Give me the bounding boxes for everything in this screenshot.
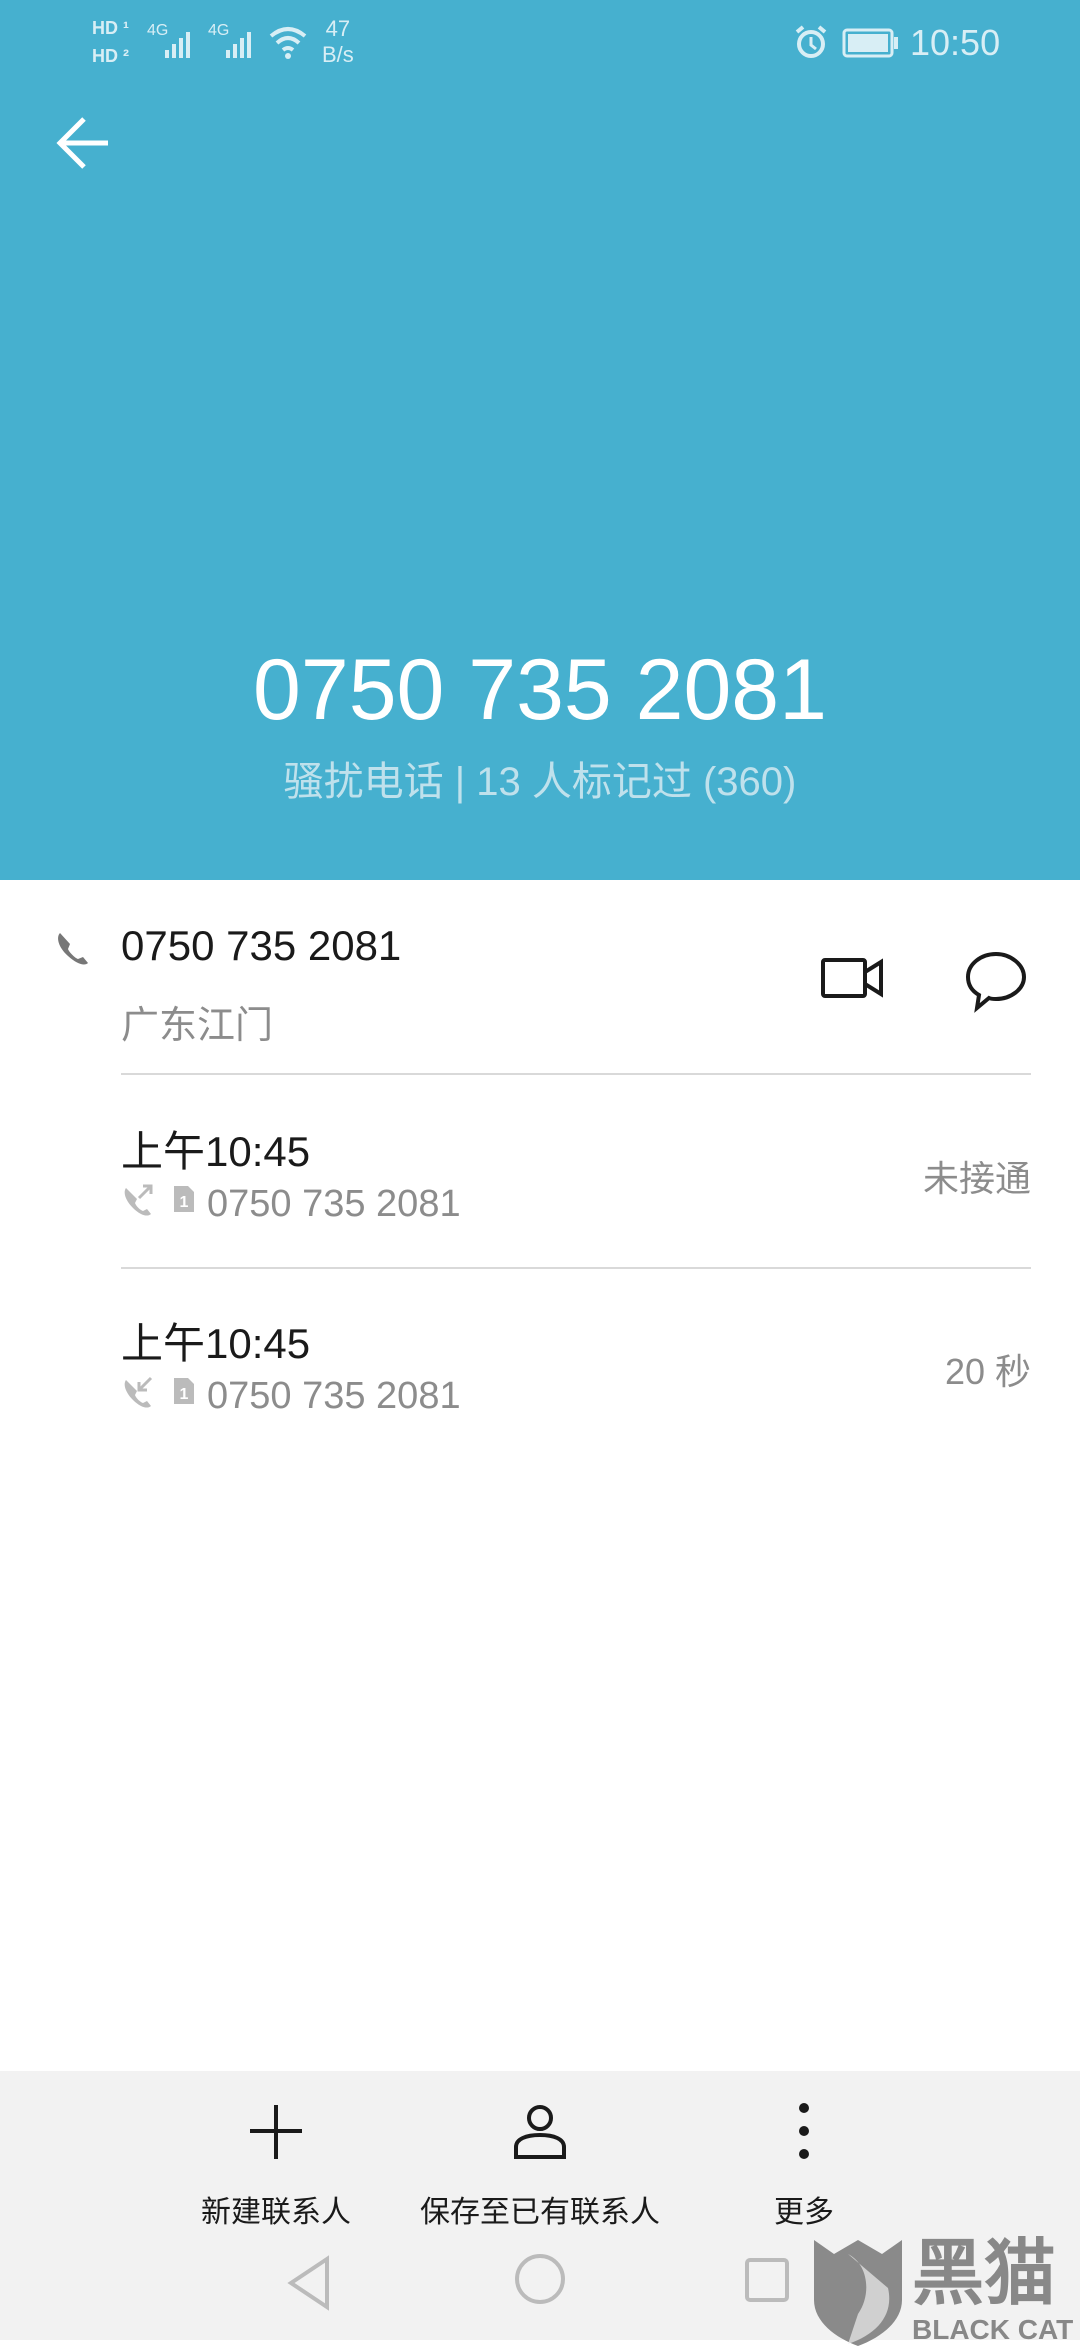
alarm-icon <box>795 25 827 58</box>
call-number: 0750 735 2081 <box>207 1183 461 1225</box>
header-phone-number: 0750 735 2081 <box>253 642 827 738</box>
signal-icon <box>226 32 251 58</box>
outgoing-call-icon <box>124 1184 153 1216</box>
hd-sim1: HD <box>92 18 118 38</box>
nav-back-icon[interactable] <box>285 2255 335 2311</box>
wifi-icon <box>269 27 307 59</box>
call-duration: 20 秒 <box>944 1351 1031 1392</box>
black-cat-watermark: 黑猫 BLACK CAT <box>808 2236 1080 2346</box>
signal-icon <box>165 32 190 58</box>
message-icon[interactable] <box>964 950 1028 1014</box>
incoming-call-icon <box>124 1376 153 1408</box>
sim-indicators: HD ¹ HD ² <box>92 18 129 66</box>
save-to-existing-contact-button[interactable]: 保存至已有联系人 <box>390 2101 690 2231</box>
back-arrow-icon[interactable] <box>54 116 112 170</box>
more-button[interactable]: 更多 <box>654 2101 954 2231</box>
call-time: 上午10:45 <box>121 1320 311 1367</box>
plus-icon <box>250 2105 302 2159</box>
new-contact-label: 新建联系人 <box>201 2196 351 2229</box>
sim1-icon: 1 <box>174 1186 194 1212</box>
cat-shield-logo <box>814 2240 902 2346</box>
status-time: 10:50 <box>910 22 1001 63</box>
contact-number[interactable]: 0750 735 2081 <box>121 922 401 970</box>
bottom-action-bar: 新建联系人 保存至已有联系人 更多 黑猫 BLACK CAT <box>0 2071 1080 2346</box>
battery-icon <box>842 28 898 58</box>
contact-location: 广东江门 <box>121 1005 274 1047</box>
nav-home-icon[interactable] <box>512 2251 568 2307</box>
watermark-text-en: BLACK CAT <box>912 2314 1074 2345</box>
video-call-icon[interactable] <box>820 955 886 1001</box>
phone-icon <box>58 933 88 965</box>
more-vertical-icon <box>799 2103 809 2159</box>
spam-tag-subtitle: 骚扰电话 | 13 人标记过 (360) <box>283 760 797 804</box>
call-number: 0750 735 2081 <box>207 1375 461 1417</box>
net-speed-unit: B/s <box>322 42 354 67</box>
nav-recents-icon[interactable] <box>744 2257 792 2305</box>
net-speed-value: 47 <box>325 16 351 41</box>
watermark-text-cn: 黑猫 <box>912 2234 1057 2314</box>
person-icon <box>514 2105 566 2159</box>
call-time: 上午10:45 <box>121 1128 311 1175</box>
call-status: 未接通 <box>922 1158 1031 1199</box>
save-to-existing-label: 保存至已有联系人 <box>420 2196 660 2229</box>
hd-sim2: HD <box>92 46 118 66</box>
divider <box>121 1267 1031 1269</box>
sim1-icon: 1 <box>174 1378 194 1404</box>
header: HD ¹ HD ² 4G 4G 47 B/s 10:50 0750 735 20… <box>0 0 1080 880</box>
new-contact-button[interactable]: 新建联系人 <box>126 2101 426 2231</box>
more-label: 更多 <box>774 2196 834 2229</box>
divider <box>121 1073 1031 1075</box>
svg-text:1: 1 <box>180 1386 189 1403</box>
svg-text:1: 1 <box>180 1194 189 1211</box>
